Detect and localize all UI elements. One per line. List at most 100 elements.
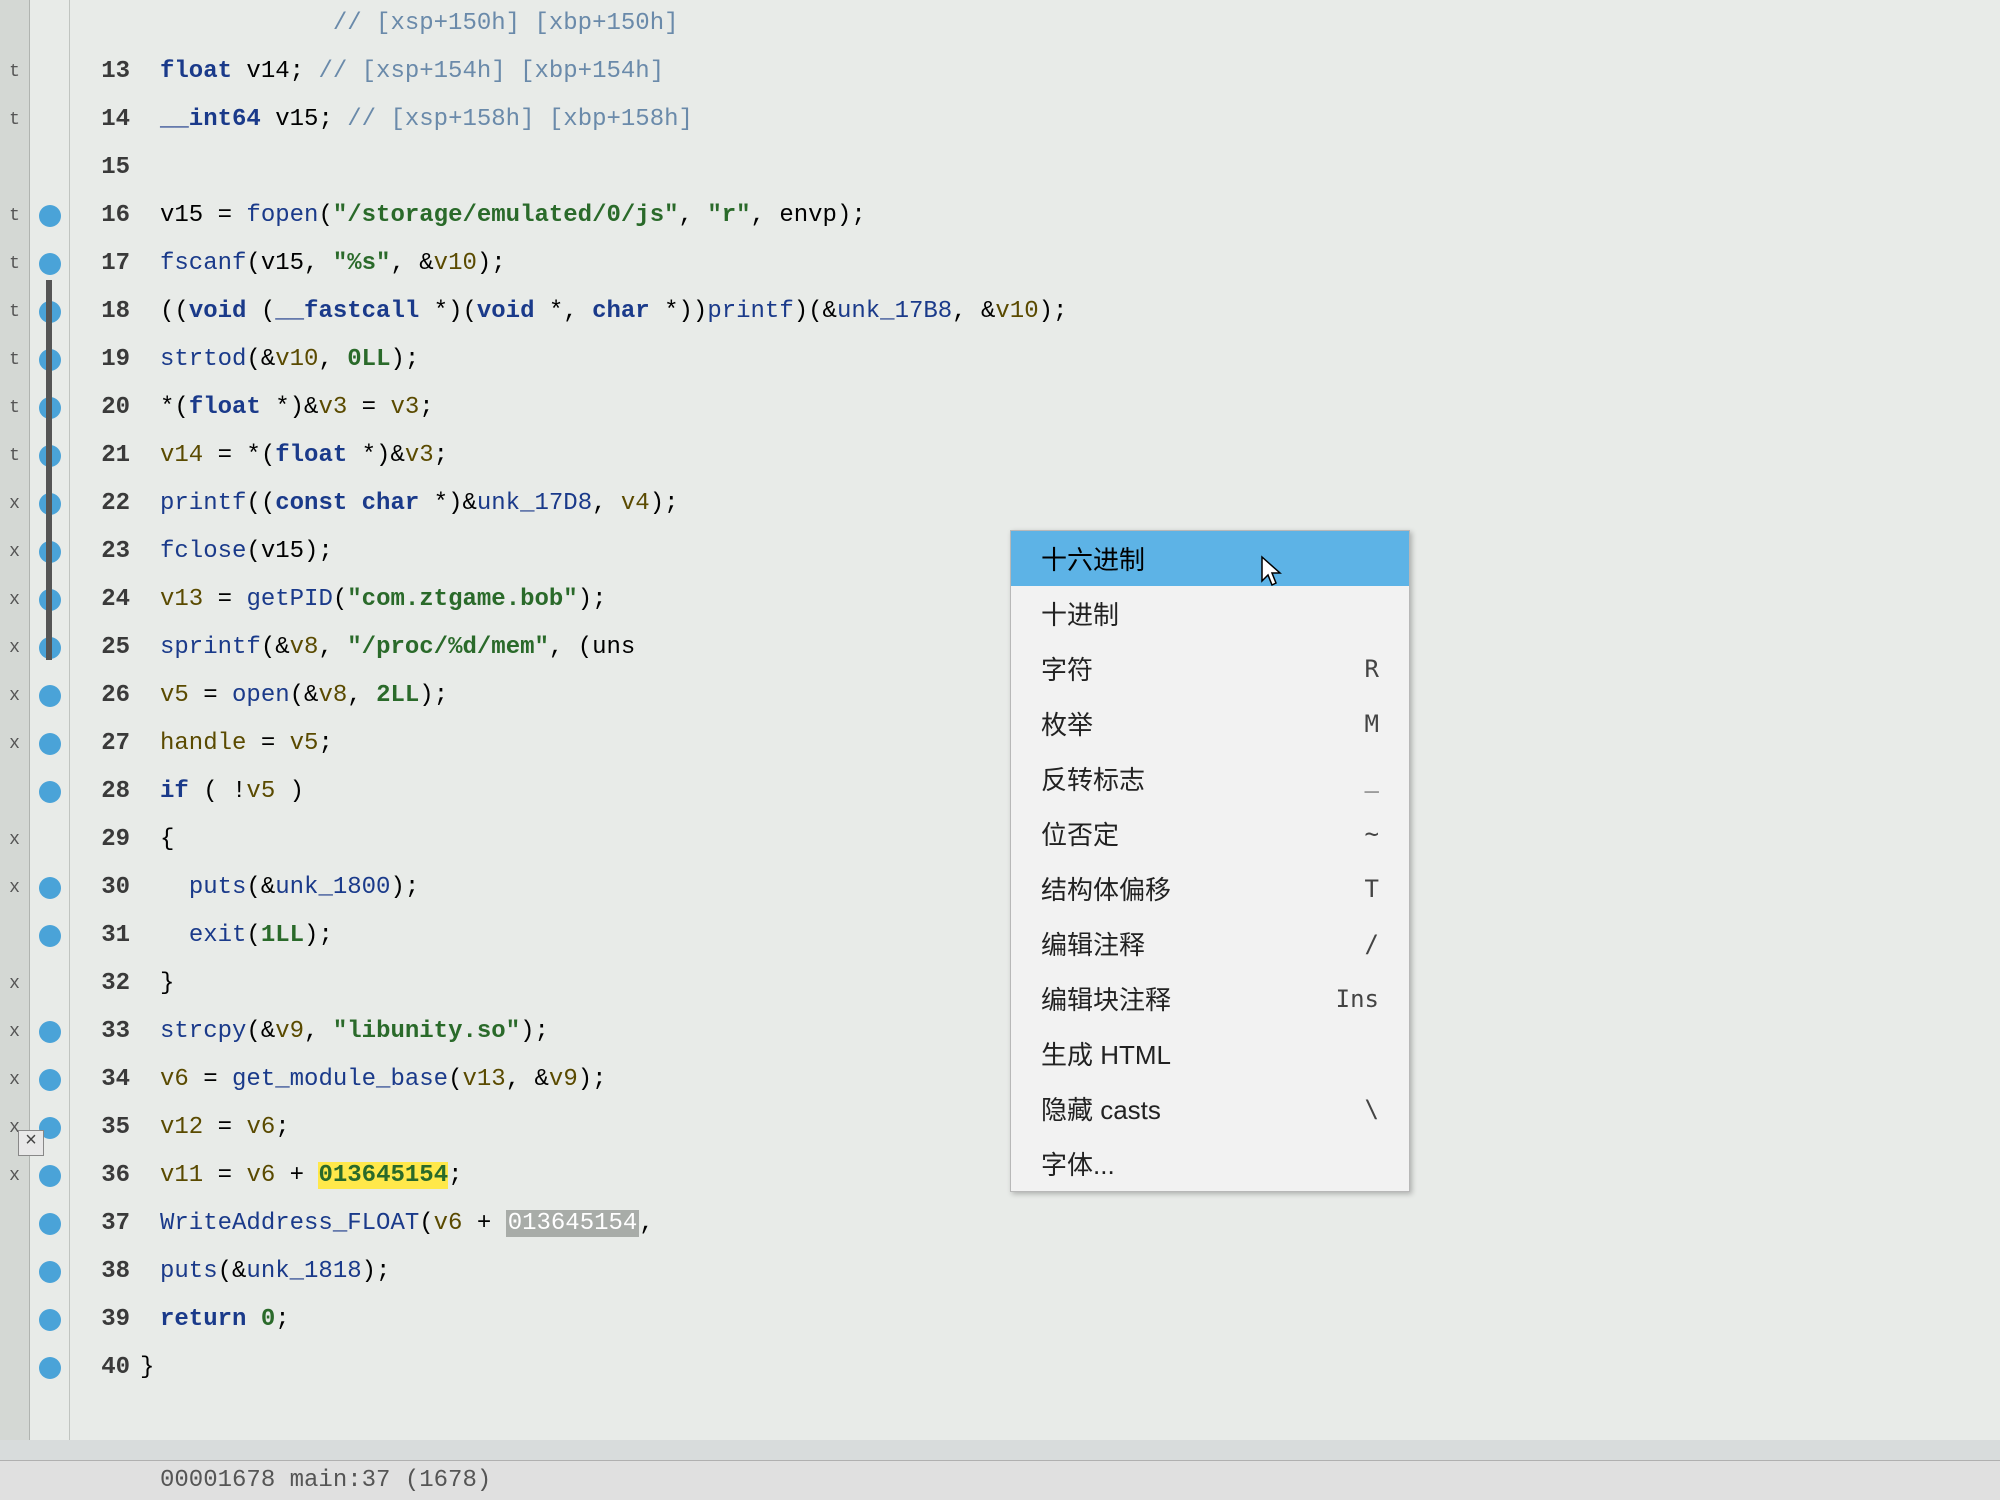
line-number: 27 [70, 720, 130, 768]
gutter-mark: x [0, 864, 29, 912]
gutter-mark: t [0, 432, 29, 480]
line-number: 15 [70, 144, 130, 192]
gutter-mark: x [0, 1152, 29, 1200]
gutter-mark [0, 0, 29, 48]
gutter-mark [0, 1248, 29, 1296]
line-number: 13 [70, 48, 130, 96]
code-line[interactable]: WriteAddress_FLOAT(v6 + 013645154, [160, 1200, 2000, 1248]
menu-item-hex[interactable]: 十六进制 [1011, 531, 1409, 586]
change-bar [46, 280, 52, 660]
code-line[interactable]: float v14; // [xsp+154h] [xbp+154h] [160, 48, 2000, 96]
gutter-mark: x [0, 720, 29, 768]
gutter-mark [0, 1200, 29, 1248]
breakpoint-icon[interactable] [39, 877, 61, 899]
gutter-mark: x [0, 1008, 29, 1056]
menu-item-hide-casts[interactable]: 隐藏 casts\ [1011, 1081, 1409, 1136]
gutter-mark [0, 768, 29, 816]
line-number: 17 [70, 240, 130, 288]
gutter-mark: x [0, 672, 29, 720]
line-number: 14 [70, 96, 130, 144]
gutter-mark: x [0, 624, 29, 672]
line-number: 24 [70, 576, 130, 624]
gutter-mark: x [0, 816, 29, 864]
menu-item-bitnot[interactable]: 位否定~ [1011, 806, 1409, 861]
gutter-mark: x [0, 1056, 29, 1104]
code-line[interactable]: return 0; [160, 1296, 2000, 1344]
line-number: 18 [70, 288, 130, 336]
gutter-mark: t [0, 288, 29, 336]
line-number: 16 [70, 192, 130, 240]
breakpoint-icon[interactable] [39, 253, 61, 275]
code-line[interactable]: } [140, 1344, 2000, 1392]
line-number: 34 [70, 1056, 130, 1104]
breakpoint-icon[interactable] [39, 1261, 61, 1283]
line-number: 30 [70, 864, 130, 912]
gutter-mark: x [0, 960, 29, 1008]
code-line[interactable]: strtod(&v10, 0LL); [160, 336, 2000, 384]
gutter-mark: t [0, 384, 29, 432]
code-line[interactable]: __int64 v15; // [xsp+158h] [xbp+158h] [160, 96, 2000, 144]
breakpoint-icon[interactable] [39, 733, 61, 755]
line-number: 31 [70, 912, 130, 960]
line-number: 26 [70, 672, 130, 720]
gutter-mark: t [0, 96, 29, 144]
menu-item-edit-comment[interactable]: 编辑注释/ [1011, 916, 1409, 971]
line-numbers: 13 14 15 16 17 18 19 20 21 22 23 24 25 2… [70, 0, 140, 1440]
code-line[interactable]: // [xsp+150h] [xbp+150h] [160, 0, 2000, 48]
breakpoint-icon[interactable] [39, 205, 61, 227]
gutter-mark: x [0, 480, 29, 528]
marker-gutter: t t t t t t t t x x x x x x x x x x x x … [0, 0, 30, 1440]
gutter-mark [0, 912, 29, 960]
close-button[interactable]: × [18, 1130, 44, 1156]
code-line[interactable]: fscanf(v15, "%s", &v10); [160, 240, 2000, 288]
code-editor: t t t t t t t t x x x x x x x x x x x x … [0, 0, 2000, 1440]
menu-item-dec[interactable]: 十进制 [1011, 586, 1409, 641]
menu-item-edit-block-comment[interactable]: 编辑块注释Ins [1011, 971, 1409, 1026]
menu-item-struct-offset[interactable]: 结构体偏移T [1011, 861, 1409, 916]
code-line[interactable] [160, 144, 2000, 192]
gutter-mark: t [0, 336, 29, 384]
gutter-mark [0, 144, 29, 192]
line-number: 37 [70, 1200, 130, 1248]
gutter-mark [0, 1344, 29, 1392]
menu-item-invert[interactable]: 反转标志_ [1011, 751, 1409, 806]
breakpoint-icon[interactable] [39, 925, 61, 947]
menu-item-font[interactable]: 字体... [1011, 1136, 1409, 1191]
line-number: 32 [70, 960, 130, 1008]
status-text: 00001678 main:37 (1678) [160, 1467, 491, 1494]
gutter-mark [0, 1392, 29, 1440]
code-line[interactable]: printf((const char *)&unk_17D8, v4); [160, 480, 2000, 528]
line-number: 20 [70, 384, 130, 432]
line-number: 25 [70, 624, 130, 672]
line-number: 40 [70, 1344, 130, 1392]
line-number: 28 [70, 768, 130, 816]
gutter-mark: t [0, 192, 29, 240]
breakpoint-icon[interactable] [39, 1165, 61, 1187]
context-menu: 十六进制 十进制 字符R 枚举M 反转标志_ 位否定~ 结构体偏移T 编辑注释/… [1010, 530, 1410, 1192]
code-line[interactable]: ((void (__fastcall *)(void *, char *))pr… [160, 288, 2000, 336]
line-number: 33 [70, 1008, 130, 1056]
line-number: 36 [70, 1152, 130, 1200]
breakpoint-icon[interactable] [39, 685, 61, 707]
code-line[interactable]: v15 = fopen("/storage/emulated/0/js", "r… [160, 192, 2000, 240]
breakpoint-icon[interactable] [39, 1213, 61, 1235]
breakpoint-icon[interactable] [39, 1069, 61, 1091]
gutter-mark: t [0, 48, 29, 96]
menu-item-enum[interactable]: 枚举M [1011, 696, 1409, 751]
breakpoint-gutter[interactable] [30, 0, 70, 1440]
line-number: 19 [70, 336, 130, 384]
status-bar: 00001678 main:37 (1678) [0, 1460, 2000, 1500]
code-line[interactable]: *(float *)&v3 = v3; [160, 384, 2000, 432]
code-line[interactable]: v14 = *(float *)&v3; [160, 432, 2000, 480]
menu-item-char[interactable]: 字符R [1011, 641, 1409, 696]
gutter-mark: x [0, 576, 29, 624]
breakpoint-icon[interactable] [39, 781, 61, 803]
line-number: 35 [70, 1104, 130, 1152]
gutter-mark [0, 1296, 29, 1344]
code-line[interactable]: puts(&unk_1818); [160, 1248, 2000, 1296]
breakpoint-icon[interactable] [39, 1357, 61, 1379]
breakpoint-icon[interactable] [39, 1309, 61, 1331]
line-number: 38 [70, 1248, 130, 1296]
menu-item-gen-html[interactable]: 生成 HTML [1011, 1026, 1409, 1081]
breakpoint-icon[interactable] [39, 1021, 61, 1043]
